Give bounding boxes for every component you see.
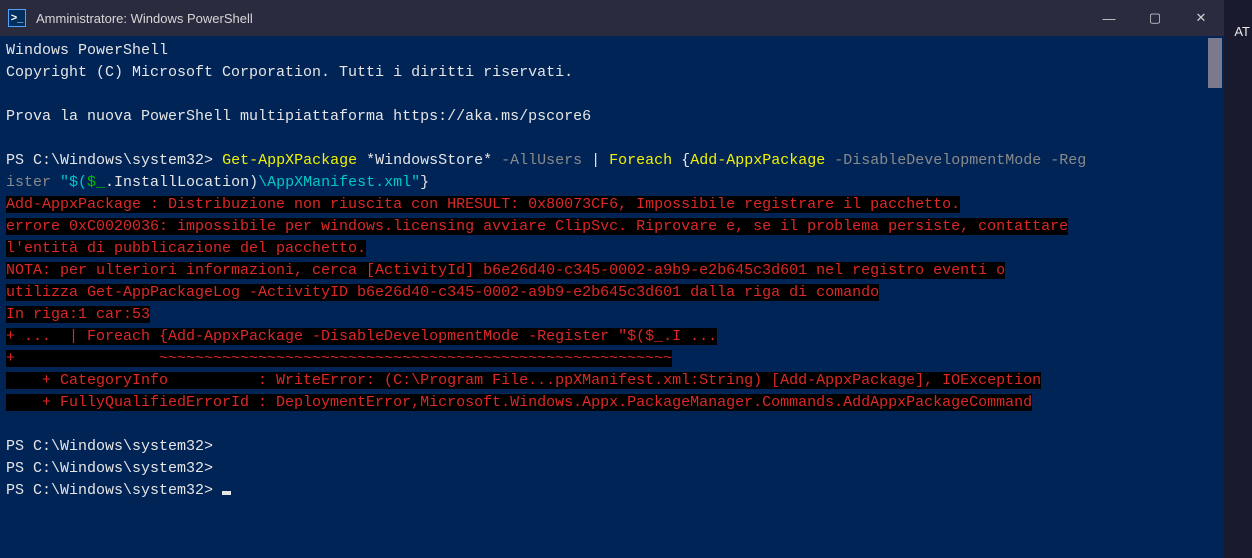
scroll-thumb[interactable] <box>1208 38 1222 88</box>
scrollbar[interactable] <box>1206 36 1224 558</box>
terminal-output[interactable]: Windows PowerShell Copyright (C) Microso… <box>0 36 1206 558</box>
cmd-endbrace: } <box>420 174 429 191</box>
error-line-9: + CategoryInfo : WriteError: (C:\Program… <box>6 372 1041 389</box>
cmd-str1: "$( <box>60 174 87 191</box>
error-line-10: + FullyQualifiedErrorId : DeploymentErro… <box>6 394 1032 411</box>
titlebar[interactable]: >_ Amministratore: Windows PowerShell — … <box>0 0 1224 36</box>
cursor <box>222 491 231 495</box>
prompt-2: PS C:\Windows\system32> <box>6 438 213 455</box>
window-controls: — ▢ ✕ <box>1086 0 1224 36</box>
error-line-1: Add-AppxPackage : Distribuzione non rius… <box>6 196 960 213</box>
terminal-area: Windows PowerShell Copyright (C) Microso… <box>0 36 1224 558</box>
cmd-brace: { <box>672 152 690 169</box>
error-line-8: + ~~~~~~~~~~~~~~~~~~~~~~~~~~~~~~~~~~~~~~… <box>6 350 672 367</box>
cmd-str2: .InstallLocation) <box>105 174 258 191</box>
error-line-3: l'entità di pubblicazione del pacchetto. <box>6 240 366 257</box>
error-line-6: In riga:1 car:53 <box>6 306 150 323</box>
header-tip: Prova la nuova PowerShell multipiattafor… <box>6 108 591 125</box>
cmd-allusers: -AllUsers <box>501 152 582 169</box>
cmd-arg: *WindowsStore* <box>357 152 501 169</box>
error-line-5: utilizza Get-AppPackageLog -ActivityID b… <box>6 284 879 301</box>
error-line-2: errore 0xC0020036: impossibile per windo… <box>6 218 1068 235</box>
cmd-get: Get-AppXPackage <box>222 152 357 169</box>
prompt-1: PS C:\Windows\system32> <box>6 152 213 169</box>
prompt-4: PS C:\Windows\system32> <box>6 482 213 499</box>
cmd-var: $_ <box>87 174 105 191</box>
minimize-button[interactable]: — <box>1086 0 1132 36</box>
close-button[interactable]: ✕ <box>1178 0 1224 36</box>
powershell-window: >_ Amministratore: Windows PowerShell — … <box>0 0 1224 558</box>
header-line-1: Windows PowerShell <box>6 42 168 59</box>
window-title: Amministratore: Windows PowerShell <box>36 11 1086 26</box>
cmd-foreach: Foreach <box>609 152 672 169</box>
prompt-3: PS C:\Windows\system32> <box>6 460 213 477</box>
powershell-icon: >_ <box>8 9 26 27</box>
cmd-flags: -DisableDevelopmentMode -Reg <box>825 152 1086 169</box>
maximize-button[interactable]: ▢ <box>1132 0 1178 36</box>
header-line-2: Copyright (C) Microsoft Corporation. Tut… <box>6 64 573 81</box>
error-line-4: NOTA: per ulteriori informazioni, cerca … <box>6 262 1005 279</box>
cmd-ister: ister <box>6 174 60 191</box>
cmd-pipe: | <box>582 152 609 169</box>
cmd-add: Add-AppxPackage <box>690 152 825 169</box>
cmd-path: \AppXManifest.xml" <box>258 174 420 191</box>
background-fragment: AT <box>1234 24 1250 39</box>
error-line-7: + ... | Foreach {Add-AppxPackage -Disabl… <box>6 328 717 345</box>
